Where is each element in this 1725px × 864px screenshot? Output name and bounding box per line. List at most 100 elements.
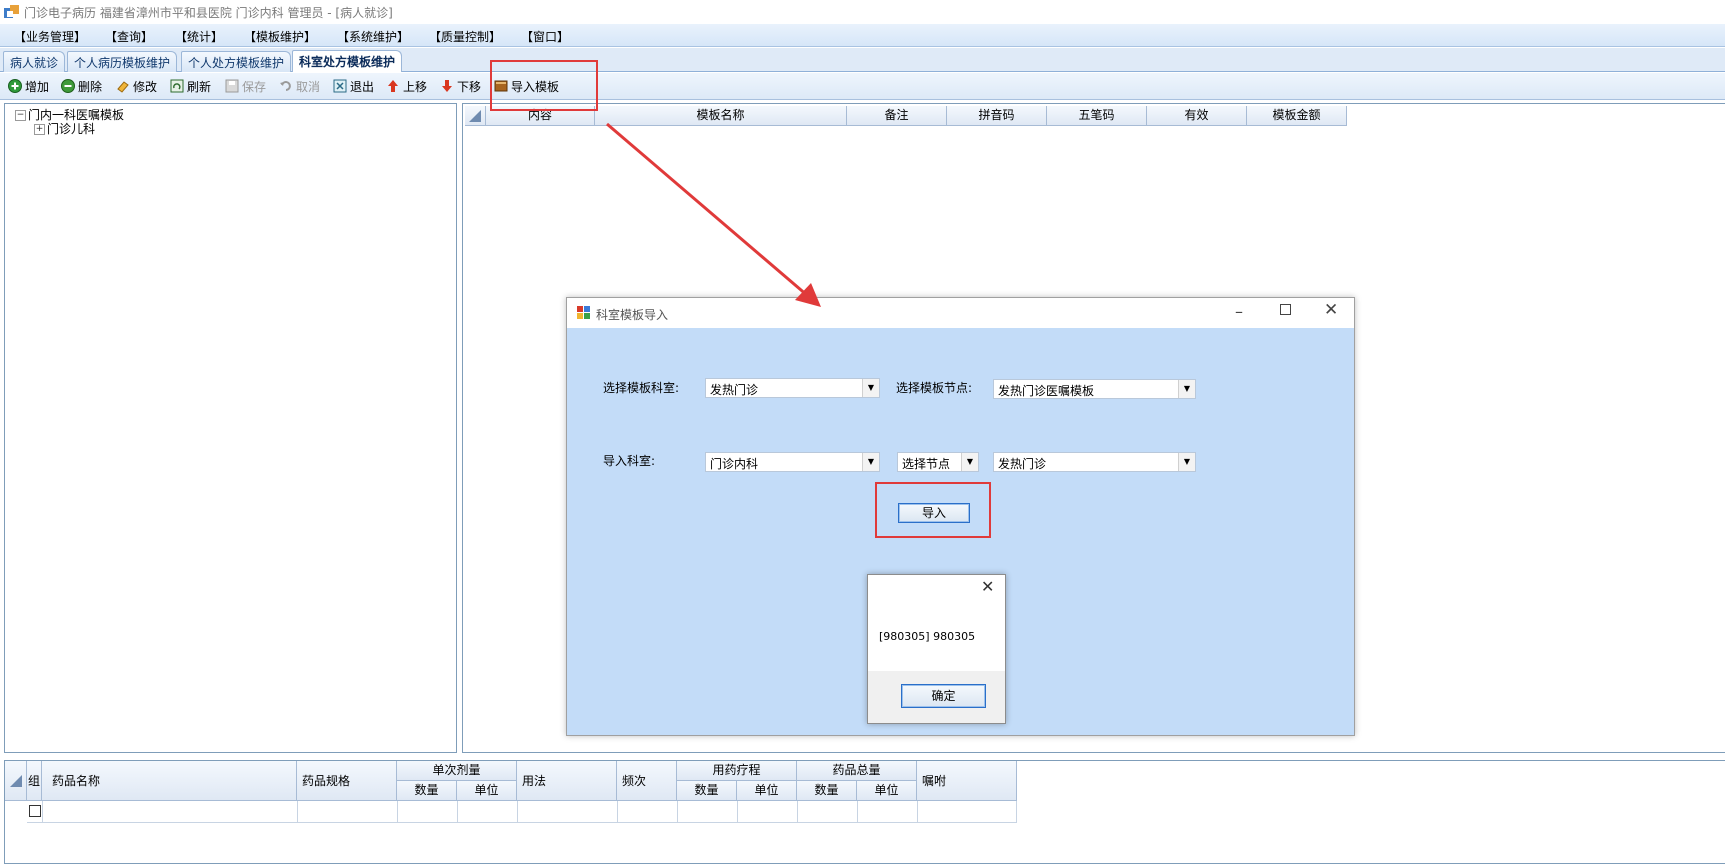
bottom-grid-corner (5, 761, 27, 801)
node-value: 发热门诊 (998, 457, 1047, 471)
column-header-wubi[interactable]: 五笔码 (1047, 106, 1147, 126)
save-label: 保存 (242, 79, 267, 94)
col-course[interactable]: 用药疗程 (677, 761, 797, 781)
move-up-button[interactable]: 上移 (386, 77, 427, 95)
col-frequency[interactable]: 频次 (617, 761, 677, 801)
col-single-dose-qty[interactable]: 数量 (397, 781, 457, 801)
cell-divider (517, 801, 518, 823)
arrow-down-icon (442, 80, 452, 92)
maximize-icon[interactable] (1280, 304, 1291, 315)
add-button[interactable]: 增加 (8, 77, 49, 95)
refresh-icon (170, 79, 184, 93)
select-node-value: 发热门诊医嘱模板 (998, 384, 1095, 398)
import-dept-value: 门诊内科 (710, 457, 759, 471)
col-total-qty[interactable]: 数量 (797, 781, 857, 801)
collapse-icon[interactable]: − (15, 110, 26, 121)
col-course-unit[interactable]: 单位 (737, 781, 797, 801)
table-row[interactable] (27, 801, 1017, 823)
menu-query[interactable]: 【查询】 (105, 28, 153, 45)
chevron-down-icon[interactable]: ▼ (862, 379, 879, 397)
col-group[interactable]: 组 (27, 761, 42, 801)
col-usage[interactable]: 用法 (517, 761, 617, 801)
close-icon[interactable]: ✕ (1324, 300, 1338, 320)
highlight-import-button (875, 482, 991, 538)
chevron-down-icon[interactable]: ▼ (1178, 380, 1195, 398)
ok-button[interactable]: 确定 (901, 684, 986, 708)
add-label: 增加 (25, 79, 50, 94)
column-header-pinyin[interactable]: 拼音码 (947, 106, 1047, 126)
exit-label: 退出 (350, 79, 375, 94)
eraser-icon (117, 81, 129, 93)
col-single-dose[interactable]: 单次剂量 (397, 761, 517, 781)
tab-dept-prescription-template[interactable]: 科室处方模板维护 (292, 50, 403, 72)
col-total-unit[interactable]: 单位 (857, 781, 917, 801)
delete-button[interactable]: 删除 (61, 77, 102, 95)
column-header-template-name[interactable]: 模板名称 (595, 106, 847, 126)
minimize-icon[interactable]: – (1235, 302, 1243, 321)
select-dept-label: 选择模板科室: (603, 381, 680, 395)
menu-quality-control[interactable]: 【质量控制】 (429, 28, 501, 45)
expand-icon[interactable]: + (34, 124, 45, 135)
cell-divider (297, 801, 298, 823)
message-text: [980305] 980305 (879, 630, 976, 643)
tab-personal-record-template[interactable]: 个人病历模板维护 (67, 51, 178, 72)
menu-business[interactable]: 【业务管理】 (14, 28, 86, 45)
prescription-detail-grid: 组 药品名称 药品规格 单次剂量 数量 单位 用法 频次 用药疗程 数量 单位 … (4, 760, 1725, 864)
cell-divider (677, 801, 678, 823)
node-selector-combo[interactable]: 选择节点 ▼ (897, 452, 979, 472)
cancel-button[interactable]: 取消 (279, 77, 320, 95)
col-single-dose-unit[interactable]: 单位 (457, 781, 517, 801)
tab-personal-prescription-template[interactable]: 个人处方模板维护 (181, 51, 292, 72)
exit-button[interactable]: 退出 (333, 77, 374, 95)
chevron-down-icon[interactable]: ▼ (862, 453, 879, 471)
col-course-qty[interactable]: 数量 (677, 781, 737, 801)
menu-system-maintenance[interactable]: 【系统维护】 (337, 28, 409, 45)
node-selector-value: 选择节点 (902, 457, 951, 471)
window-title: 门诊电子病历 福建省漳州市平和县医院 门诊内科 管理员 - [病人就诊] (24, 6, 393, 20)
chevron-down-icon[interactable]: ▼ (961, 453, 978, 471)
column-header-amount[interactable]: 模板金额 (1247, 106, 1347, 126)
corner-triangle-icon (10, 775, 22, 787)
import-dept-label: 导入科室: (603, 454, 656, 468)
menu-statistics[interactable]: 【统计】 (175, 28, 223, 45)
chevron-down-icon[interactable]: ▼ (1178, 453, 1195, 471)
col-drug-name[interactable]: 药品名称 (42, 761, 297, 801)
select-node-combo[interactable]: 发热门诊医嘱模板 ▼ (993, 379, 1196, 399)
tree-node-child[interactable]: + 门诊儿科 (34, 120, 95, 137)
group-checkbox[interactable] (29, 805, 41, 817)
toolbar: 增加 删除 修改 刷新 保存 取消 退出 上移 下移 导入模板 (0, 73, 1725, 100)
column-header-remark[interactable]: 备注 (847, 106, 947, 126)
cell-divider (737, 801, 738, 823)
delete-label: 删除 (78, 79, 103, 94)
col-total[interactable]: 药品总量 (797, 761, 917, 781)
col-instructions[interactable]: 嘱咐 (917, 761, 1017, 801)
menu-window[interactable]: 【窗口】 (521, 28, 569, 45)
refresh-label: 刷新 (187, 79, 212, 94)
cell-divider (1016, 801, 1017, 823)
node-combo[interactable]: 发热门诊 ▼ (993, 452, 1196, 472)
highlight-import-template (490, 60, 598, 111)
select-node-label: 选择模板节点: (896, 381, 973, 395)
edit-label: 修改 (133, 79, 158, 94)
select-dept-combo[interactable]: 发热门诊 ▼ (705, 378, 880, 398)
template-tree-panel: − 门内一科医嘱模板 + 门诊儿科 (4, 103, 457, 753)
cell-divider (797, 801, 798, 823)
tab-patient-visit[interactable]: 病人就诊 (3, 51, 66, 72)
move-down-button[interactable]: 下移 (440, 77, 481, 95)
col-drug-spec[interactable]: 药品规格 (297, 761, 397, 801)
save-icon (225, 79, 239, 93)
import-dept-combo[interactable]: 门诊内科 ▼ (705, 452, 880, 472)
menu-template-maintenance[interactable]: 【模板维护】 (244, 28, 316, 45)
dialog-title-bar: 科室模板导入 – ✕ (567, 298, 1354, 328)
edit-button[interactable]: 修改 (116, 77, 157, 95)
save-button[interactable]: 保存 (225, 77, 266, 95)
delete-icon (61, 79, 75, 93)
grid-corner (465, 106, 486, 126)
corner-triangle-icon (469, 110, 481, 122)
exit-icon (333, 79, 347, 93)
close-icon[interactable]: ✕ (981, 577, 994, 596)
move-up-label: 上移 (403, 79, 428, 94)
column-header-valid[interactable]: 有效 (1147, 106, 1247, 126)
cell-divider (397, 801, 398, 823)
refresh-button[interactable]: 刷新 (170, 77, 211, 95)
